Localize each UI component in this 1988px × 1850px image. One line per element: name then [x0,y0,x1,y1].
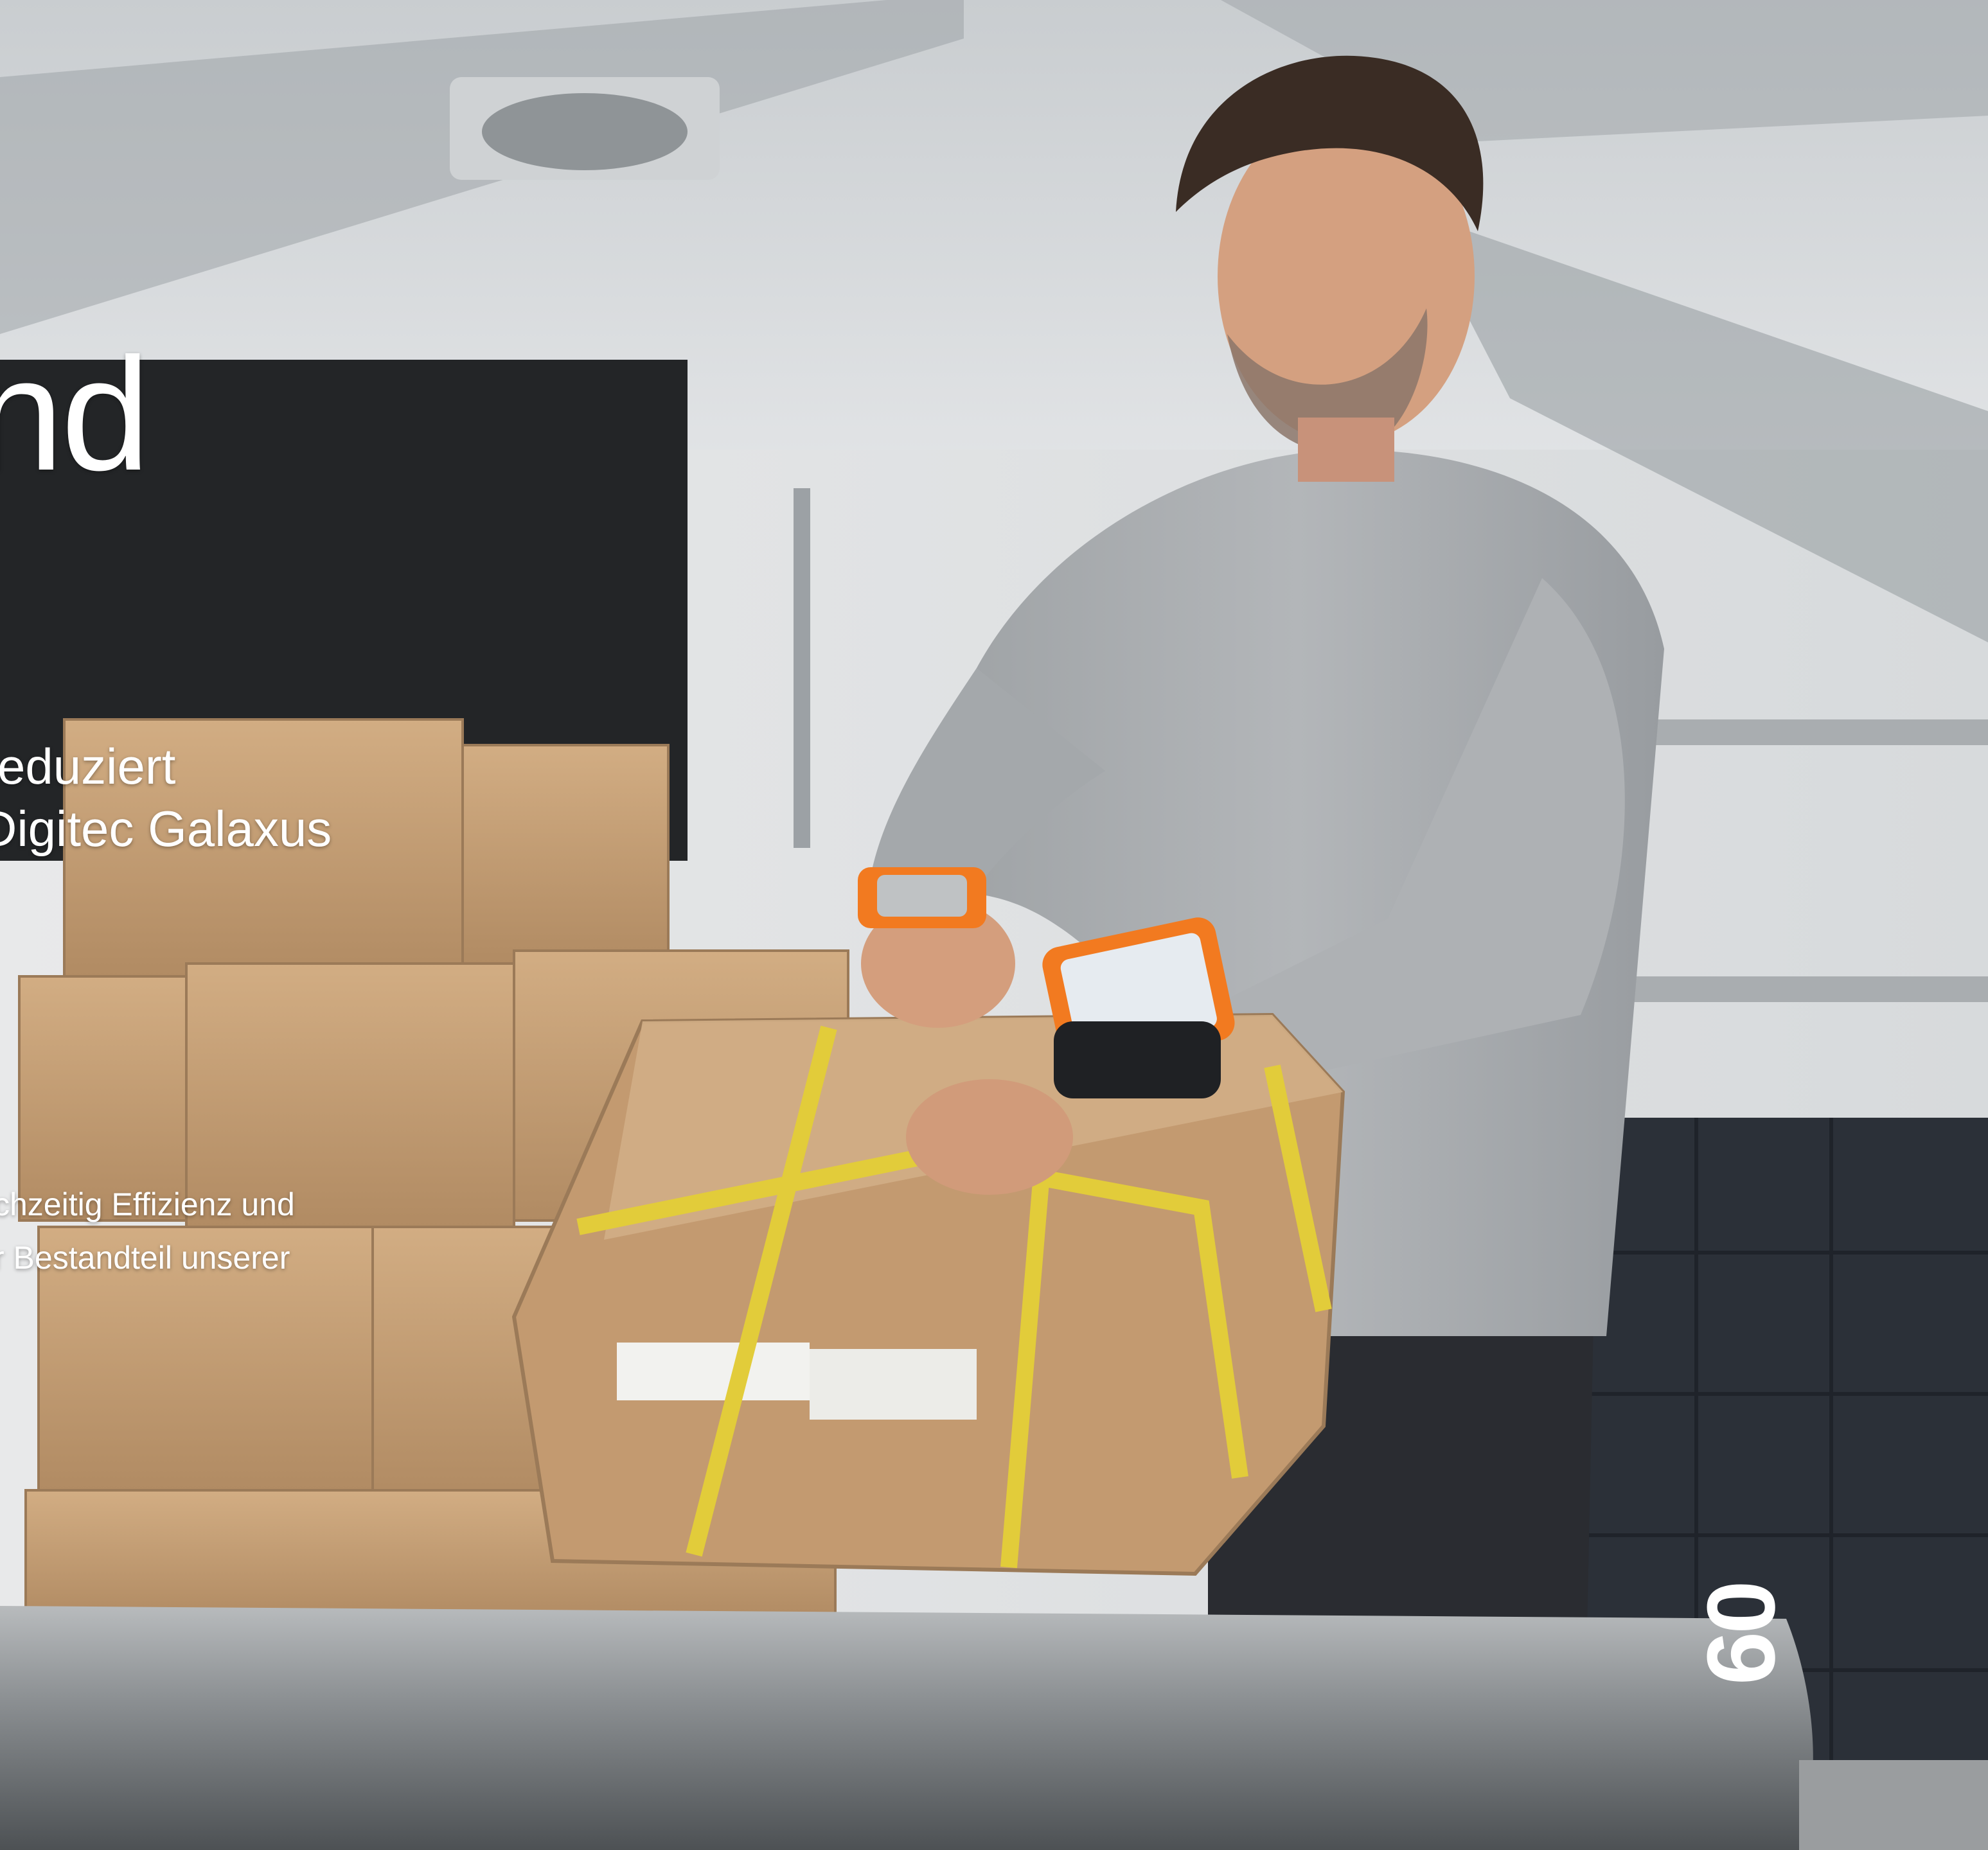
subheadline-line-1: reduziert [0,738,176,795]
package-label-2 [810,1349,977,1420]
page-number: 09 [1687,1580,1796,1683]
vent-grille [482,93,688,170]
right-hand [906,1079,1073,1195]
wrist-strap [1054,1021,1221,1098]
subheadline-line-2: Digitec Galaxus [0,800,332,857]
foreground-bar [0,1606,1813,1850]
floor-right [1799,1760,1988,1850]
warehouse-photo [0,0,1988,1850]
neck [1298,418,1394,482]
headline-fragment: nd [0,324,150,504]
package-label [617,1343,810,1400]
shelf-right-2 [1619,976,1988,1002]
body-text-line-1: chzeitig Effizienz und [0,1186,295,1222]
wrist-scanner-face [877,875,967,917]
shelf-right-1 [1632,719,1988,745]
pipe-vertical [794,488,810,848]
body-text-line-2: r Bestandteil unserer [0,1240,290,1276]
